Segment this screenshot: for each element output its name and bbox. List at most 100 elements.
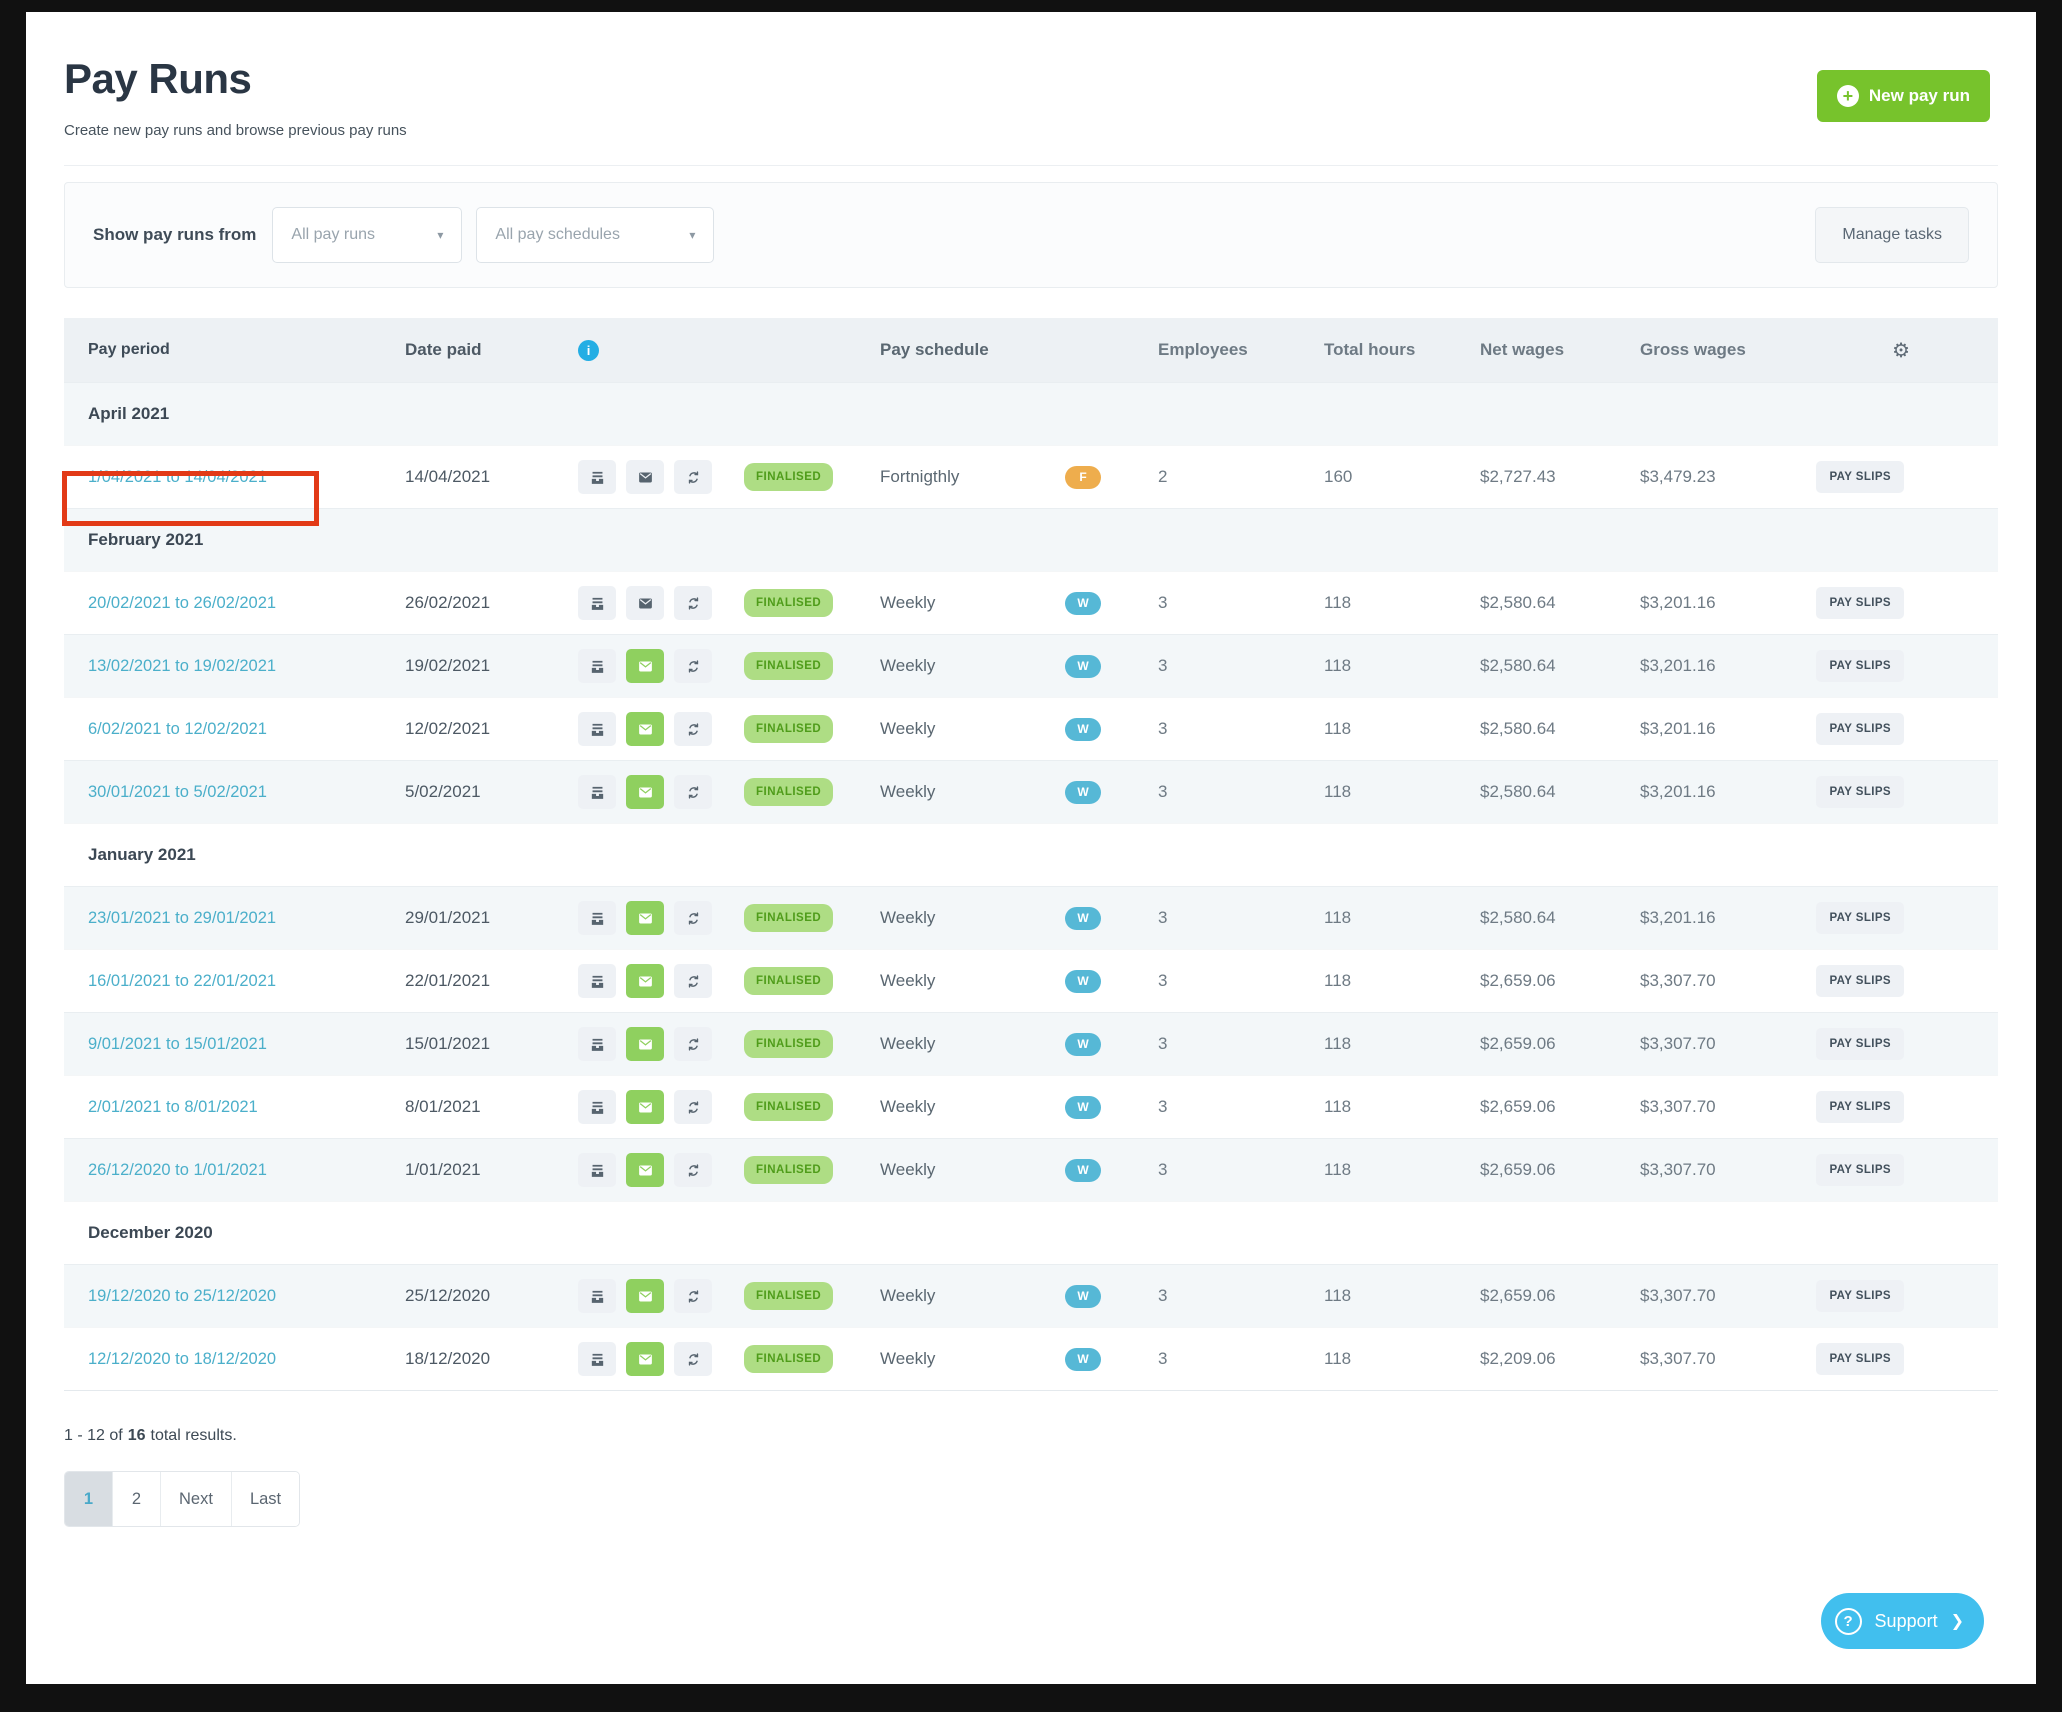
date-paid: 12/02/2021 (405, 719, 578, 739)
printer-icon (589, 1099, 606, 1116)
sync-payrun-button[interactable] (674, 649, 712, 683)
pay-period-link[interactable]: 20/02/2021 to 26/02/2021 (88, 594, 276, 612)
email-payslips-button[interactable] (626, 649, 664, 683)
question-icon: ? (1835, 1608, 1862, 1635)
info-icon[interactable]: i (578, 340, 599, 361)
print-payslips-button[interactable] (578, 1090, 616, 1124)
email-payslips-button[interactable] (626, 1027, 664, 1061)
employees-count: 3 (1146, 782, 1320, 802)
pay-slips-button[interactable]: PAY SLIPS (1816, 1091, 1904, 1123)
sync-icon (685, 784, 702, 801)
email-payslips-button[interactable] (626, 1153, 664, 1187)
gear-icon[interactable]: ⚙ (1892, 338, 1910, 363)
print-payslips-button[interactable] (578, 775, 616, 809)
sync-payrun-button[interactable] (674, 964, 712, 998)
support-button[interactable]: ? Support ❯ (1821, 1593, 1984, 1649)
status-badge: FINALISED (744, 1282, 833, 1310)
sync-payrun-button[interactable] (674, 775, 712, 809)
print-payslips-button[interactable] (578, 649, 616, 683)
print-payslips-button[interactable] (578, 460, 616, 494)
page-1-button[interactable]: 1 (65, 1472, 113, 1526)
net-wages: $2,659.06 (1480, 1097, 1640, 1117)
pay-slips-button[interactable]: PAY SLIPS (1816, 713, 1904, 745)
net-wages: $2,659.06 (1480, 1286, 1640, 1306)
sync-payrun-button[interactable] (674, 712, 712, 746)
schedule-letter-badge: W (1065, 592, 1101, 615)
pay-period-link[interactable]: 1/04/2021 to 14/04/2021 (88, 468, 267, 486)
envelope-icon (637, 910, 654, 927)
pay-slips-button[interactable]: PAY SLIPS (1816, 1028, 1904, 1060)
print-payslips-button[interactable] (578, 712, 616, 746)
pay-period-link[interactable]: 16/01/2021 to 22/01/2021 (88, 972, 276, 990)
col-header-gross-wages: Gross wages (1640, 340, 1800, 360)
pay-period-link[interactable]: 6/02/2021 to 12/02/2021 (88, 720, 267, 738)
pay-slips-button[interactable]: PAY SLIPS (1816, 1280, 1904, 1312)
pay-period-link[interactable]: 23/01/2021 to 29/01/2021 (88, 909, 276, 927)
group-label: December 2020 (64, 1223, 213, 1243)
last-page-button[interactable]: Last (232, 1472, 299, 1526)
email-payslips-button[interactable] (626, 901, 664, 935)
pay-slips-button[interactable]: PAY SLIPS (1816, 965, 1904, 997)
pay-period-link[interactable]: 12/12/2020 to 18/12/2020 (88, 1350, 276, 1368)
sync-payrun-button[interactable] (674, 1342, 712, 1376)
print-payslips-button[interactable] (578, 964, 616, 998)
sync-payrun-button[interactable] (674, 1279, 712, 1313)
pay-period-link[interactable]: 2/01/2021 to 8/01/2021 (88, 1098, 258, 1116)
sync-icon (685, 1288, 702, 1305)
print-payslips-button[interactable] (578, 1153, 616, 1187)
pay-period-link[interactable]: 19/12/2020 to 25/12/2020 (88, 1287, 276, 1305)
email-payslips-button[interactable] (626, 964, 664, 998)
page-2-button[interactable]: 2 (113, 1472, 161, 1526)
email-payslips-button[interactable] (626, 1279, 664, 1313)
pay-slips-button[interactable]: PAY SLIPS (1816, 1154, 1904, 1186)
gross-wages: $3,479.23 (1640, 467, 1800, 487)
printer-icon (589, 973, 606, 990)
pay-slips-button[interactable]: PAY SLIPS (1816, 1343, 1904, 1375)
sync-payrun-button[interactable] (674, 1090, 712, 1124)
page-title: Pay Runs (64, 58, 407, 100)
pay-period-link[interactable]: 30/01/2021 to 5/02/2021 (88, 783, 267, 801)
sync-payrun-button[interactable] (674, 901, 712, 935)
pay-slips-button[interactable]: PAY SLIPS (1816, 461, 1904, 493)
title-block: Pay Runs Create new pay runs and browse … (64, 58, 407, 139)
col-header-pay-schedule: Pay schedule (880, 340, 1060, 360)
email-payslips-button[interactable] (626, 1342, 664, 1376)
pay-schedules-dropdown[interactable]: All pay schedules ▾ (476, 207, 714, 263)
pay-period-link[interactable]: 26/12/2020 to 1/01/2021 (88, 1161, 267, 1179)
employees-count: 3 (1146, 719, 1320, 739)
pay-slips-button[interactable]: PAY SLIPS (1816, 587, 1904, 619)
pay-period-link[interactable]: 13/02/2021 to 19/02/2021 (88, 657, 276, 675)
print-payslips-button[interactable] (578, 1342, 616, 1376)
print-payslips-button[interactable] (578, 901, 616, 935)
total-hours: 118 (1320, 719, 1480, 739)
date-paid: 1/01/2021 (405, 1160, 578, 1180)
sync-payrun-button[interactable] (674, 586, 712, 620)
email-payslips-button[interactable] (626, 460, 664, 494)
pay-slips-button[interactable]: PAY SLIPS (1816, 902, 1904, 934)
pay-runs-dropdown[interactable]: All pay runs ▾ (272, 207, 462, 263)
pay-period-link[interactable]: 9/01/2021 to 15/01/2021 (88, 1035, 267, 1053)
table-row: 13/02/2021 to 19/02/202119/02/2021FINALI… (64, 634, 1998, 697)
status-badge: FINALISED (744, 589, 833, 617)
sync-payrun-button[interactable] (674, 1153, 712, 1187)
schedule-letter-badge: W (1065, 1348, 1101, 1371)
email-payslips-button[interactable] (626, 1090, 664, 1124)
print-payslips-button[interactable] (578, 1279, 616, 1313)
support-label: Support (1875, 1611, 1938, 1632)
email-payslips-button[interactable] (626, 712, 664, 746)
print-payslips-button[interactable] (578, 586, 616, 620)
pay-schedule-name: Fortnigthly (880, 467, 1060, 487)
email-payslips-button[interactable] (626, 775, 664, 809)
pay-slips-button[interactable]: PAY SLIPS (1816, 776, 1904, 808)
manage-tasks-button[interactable]: Manage tasks (1815, 207, 1969, 263)
new-pay-run-button[interactable]: + New pay run (1817, 70, 1990, 122)
sync-payrun-button[interactable] (674, 1027, 712, 1061)
print-payslips-button[interactable] (578, 1027, 616, 1061)
net-wages: $2,580.64 (1480, 782, 1640, 802)
email-payslips-button[interactable] (626, 586, 664, 620)
envelope-icon (637, 469, 654, 486)
pay-runs-page: Pay Runs Create new pay runs and browse … (26, 12, 2036, 1684)
pay-slips-button[interactable]: PAY SLIPS (1816, 650, 1904, 682)
next-page-button[interactable]: Next (161, 1472, 232, 1526)
sync-payrun-button[interactable] (674, 460, 712, 494)
